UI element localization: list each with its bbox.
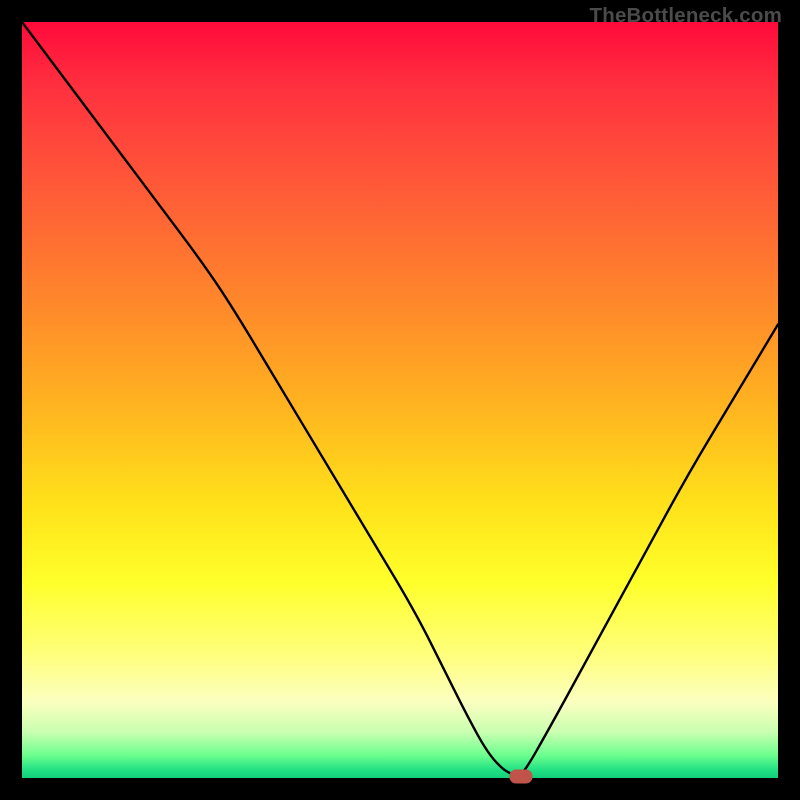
optimum-marker — [510, 770, 532, 783]
chart-frame: TheBottleneck.com — [0, 0, 800, 800]
chart-svg — [22, 22, 778, 778]
bottleneck-curve — [22, 22, 778, 777]
plot-area — [22, 22, 778, 778]
